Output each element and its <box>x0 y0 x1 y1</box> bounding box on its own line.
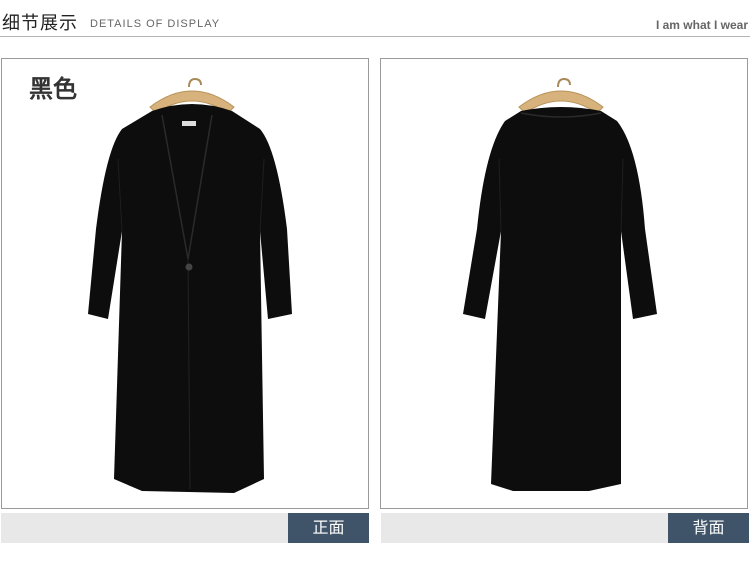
front-view-panel: 黑色 <box>1 58 369 509</box>
section-header: 细节展示 DETAILS OF DISPLAY I am what I wear <box>0 0 750 37</box>
back-caption-bar: 背面 <box>381 513 749 543</box>
header-divider <box>0 36 750 37</box>
back-view-label: 背面 <box>668 513 749 543</box>
cardigan-front-image <box>88 77 292 493</box>
brand-tagline: I am what I wear <box>655 18 748 32</box>
section-subtitle: DETAILS OF DISPLAY <box>90 18 221 30</box>
cardigan-back-image <box>463 77 657 491</box>
back-view-panel <box>380 58 748 509</box>
color-label: 黑色 <box>29 75 77 103</box>
front-caption-bar: 正面 <box>1 513 369 543</box>
section-title: 细节展示 <box>2 13 78 34</box>
front-view-label: 正面 <box>288 513 369 543</box>
